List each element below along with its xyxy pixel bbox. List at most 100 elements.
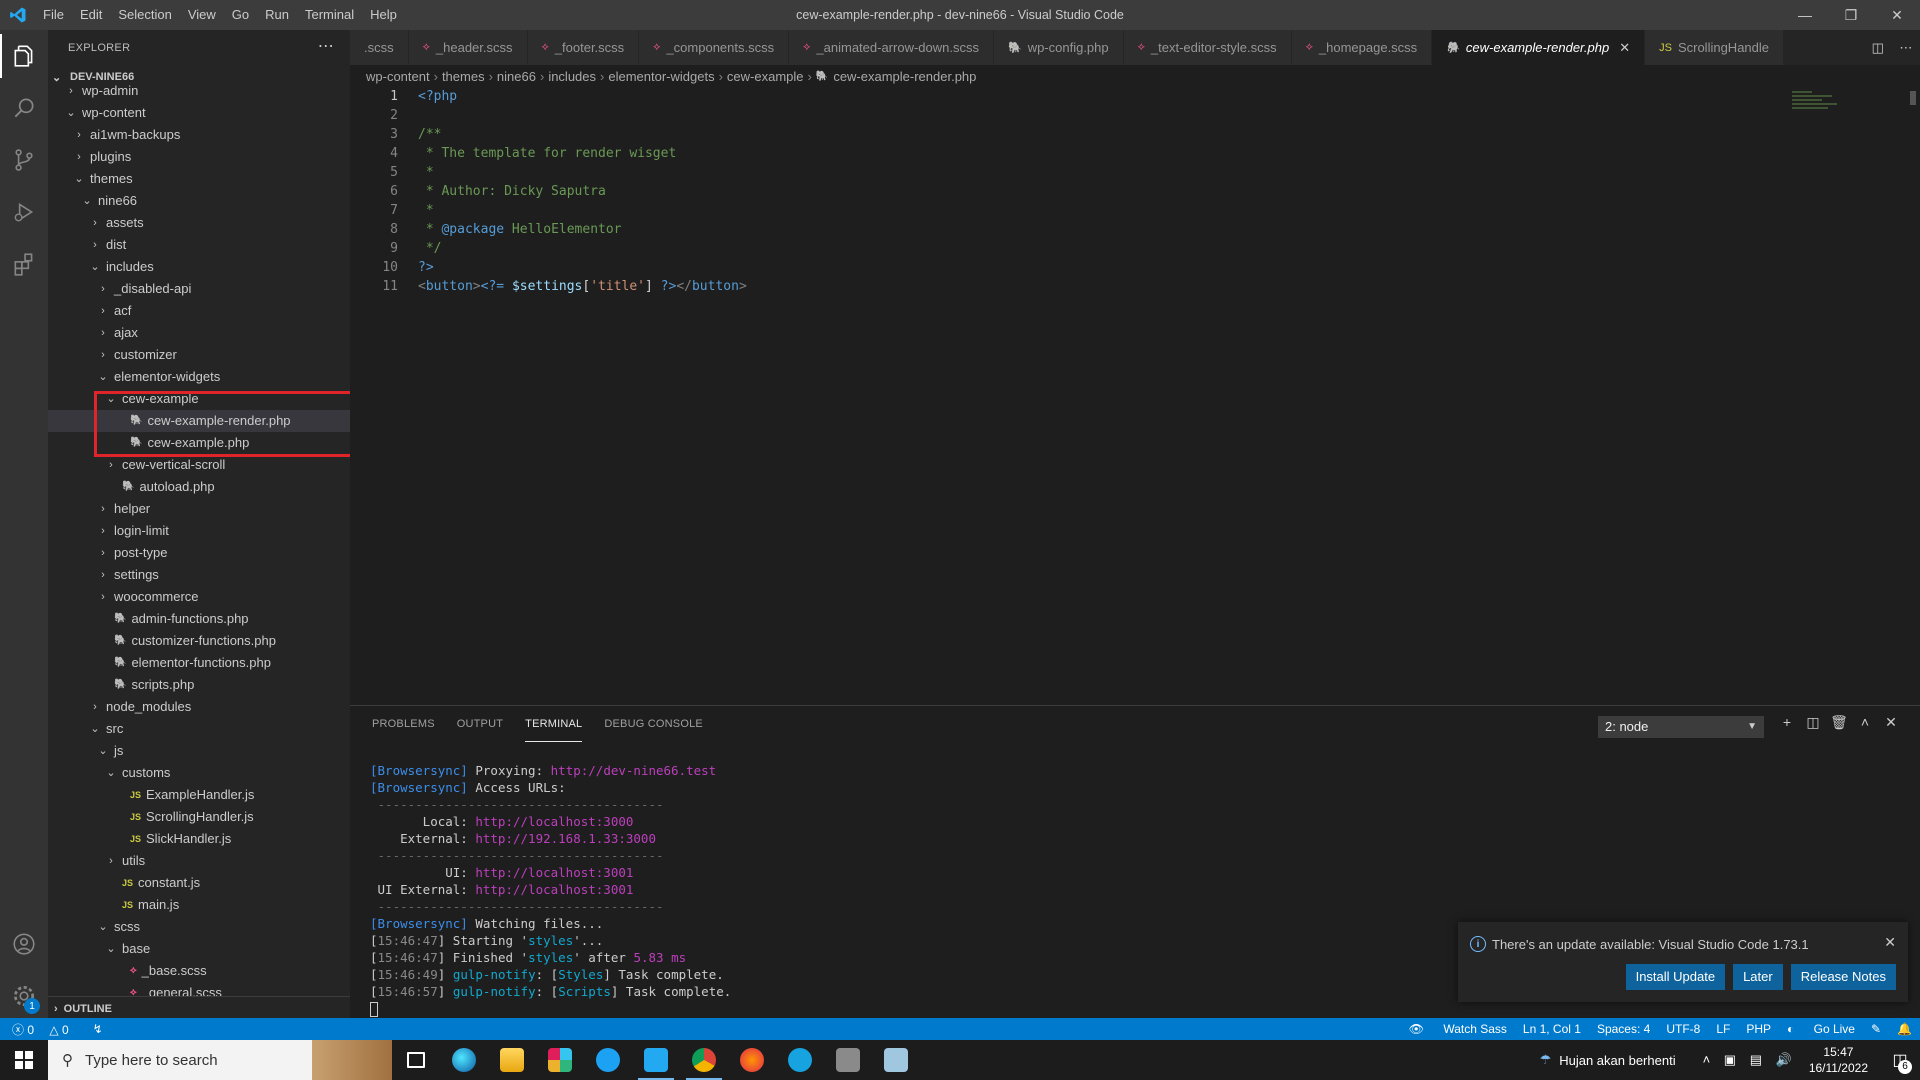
terminal-prompt[interactable] (370, 1000, 731, 1017)
windows-start-icon[interactable] (0, 1040, 48, 1080)
tree-folder[interactable]: ⌄ includes (48, 256, 350, 278)
explorer-icon[interactable] (0, 30, 48, 82)
editor-tab[interactable]: ⟡ _header.scss (408, 30, 528, 65)
taskbar-search[interactable]: ⚲ Type here to search (48, 1040, 392, 1080)
code-editor[interactable]: 1 2 3 4 5 6 7 8 9 10 11 <?php /** * The template fo… (350, 87, 1920, 705)
tree-file[interactable]: JS ScrollingHandler.js (48, 806, 350, 828)
chevron-up-icon[interactable]: ˄ (1703, 1052, 1711, 1067)
menu-go[interactable]: Go (224, 0, 257, 30)
panel-tab-problems[interactable]: PROBLEMS (372, 706, 435, 742)
action-center-icon[interactable]: ◫ 6 (1880, 1040, 1920, 1080)
account-icon[interactable] (0, 918, 48, 970)
new-terminal-icon[interactable]: + (1774, 714, 1800, 731)
tree-folder[interactable]: ⌄ nine66 (48, 190, 350, 212)
language-mode[interactable]: PHP (1746, 1022, 1771, 1036)
breadcrumb-item[interactable]: themes (442, 69, 485, 84)
maximize-panel-icon[interactable]: ˄ (1852, 714, 1878, 731)
terminal-output[interactable]: [Browsersync] Proxying: http://dev-nine6… (370, 762, 731, 1017)
network-icon[interactable]: ▤ (1750, 1052, 1762, 1067)
panel-tab-terminal[interactable]: TERMINAL (525, 706, 583, 742)
code-content[interactable]: <?php /** * The template for render wisge… (418, 87, 747, 296)
slack-icon[interactable] (536, 1040, 584, 1080)
editor-tab[interactable]: ⟡ _footer.scss (527, 30, 640, 65)
tree-file[interactable]: JS ExampleHandler.js (48, 784, 350, 806)
panel-tab-output[interactable]: OUTPUT (457, 706, 503, 742)
minimap[interactable] (1792, 91, 1852, 121)
kill-terminal-icon[interactable]: 🗑 (1826, 714, 1852, 731)
breadcrumb-item[interactable]: includes (548, 69, 596, 84)
problems-status[interactable]: ⓧ 0 △ 0 (12, 1021, 81, 1038)
indentation-status[interactable]: Spaces: 4 (1597, 1022, 1650, 1036)
editor-scrollbar[interactable] (1908, 87, 1918, 705)
cursor-position[interactable]: Ln 1, Col 1 (1523, 1022, 1581, 1036)
tree-folder[interactable]: › wp-admin (48, 80, 350, 102)
tree-folder[interactable]: › settings (48, 564, 350, 586)
firefox-icon[interactable] (728, 1040, 776, 1080)
restore-icon[interactable]: ❐ (1828, 0, 1874, 30)
panel-tab-debug-console[interactable]: DEBUG CONSOLE (604, 706, 703, 742)
more-actions-icon[interactable]: ⋯ (1899, 40, 1912, 56)
split-terminal-icon[interactable]: ◫ (1800, 714, 1826, 731)
extensions-icon[interactable] (0, 238, 48, 290)
notifications-bell-icon[interactable]: 🔔 (1897, 1022, 1912, 1036)
editor-tab[interactable]: ⟡ _homepage.scss (1291, 30, 1433, 65)
app-teal-icon[interactable] (776, 1040, 824, 1080)
menu-terminal[interactable]: Terminal (297, 0, 362, 30)
tree-folder[interactable]: ⌄ src (48, 718, 350, 740)
outline-section[interactable]: › OUTLINE (48, 996, 350, 1020)
editor-tab[interactable]: ⟡ _animated-arrow-down.scss (789, 30, 994, 65)
tree-folder[interactable]: › post-type (48, 542, 350, 564)
tree-folder[interactable]: › woocommerce (48, 586, 350, 608)
go-live-status[interactable]: ◐ Go Live (1787, 1022, 1855, 1036)
source-control-icon[interactable] (0, 134, 48, 186)
breadcrumb-item[interactable]: elementor-widgets (608, 69, 714, 84)
encoding-status[interactable]: UTF-8 (1666, 1022, 1700, 1036)
menu-help[interactable]: Help (362, 0, 405, 30)
vscode-taskbar-icon[interactable] (632, 1040, 680, 1080)
tree-folder[interactable]: › ajax (48, 322, 350, 344)
tree-folder[interactable]: › plugins (48, 146, 350, 168)
tree-file[interactable]: 🐘 autoload.php (48, 476, 350, 498)
menu-selection[interactable]: Selection (110, 0, 179, 30)
tree-folder[interactable]: ⌄ base (48, 938, 350, 960)
tree-file[interactable]: ⟡ _base.scss (48, 960, 350, 982)
close-panel-icon[interactable]: ✕ (1878, 714, 1904, 731)
tree-folder[interactable]: ⌄ js (48, 740, 350, 762)
tree-folder[interactable]: › customizer (48, 344, 350, 366)
tree-file[interactable]: 🐘 scripts.php (48, 674, 350, 696)
menu-run[interactable]: Run (257, 0, 297, 30)
volume-icon[interactable]: 🔊 (1776, 1052, 1792, 1067)
tree-folder[interactable]: › ai1wm-backups (48, 124, 350, 146)
tree-folder[interactable]: ⌄ wp-content (48, 102, 350, 124)
tree-folder[interactable]: › utils (48, 850, 350, 872)
feedback-icon[interactable]: ✎ (1871, 1022, 1881, 1036)
clock[interactable]: 15:47 16/11/2022 (1809, 1044, 1868, 1076)
tree-folder[interactable]: ⌄ customs (48, 762, 350, 784)
tree-folder[interactable]: › login-limit (48, 520, 350, 542)
close-tab-icon[interactable]: ✕ (1619, 40, 1630, 56)
tree-folder[interactable]: › acf (48, 300, 350, 322)
tree-folder[interactable]: › cew-vertical-scroll (48, 454, 350, 476)
weather-widget[interactable]: ☂ Hujan akan berhenti (1540, 1052, 1676, 1068)
tree-file[interactable]: 🐘 cew-example.php (48, 432, 350, 454)
manage-gear-icon[interactable]: 1 (0, 970, 48, 1022)
tree-file[interactable]: 🐘 cew-example-render.php (48, 410, 350, 432)
editor-tab[interactable]: 🐘 wp-config.php (993, 30, 1124, 65)
tree-folder[interactable]: › _disabled-api (48, 278, 350, 300)
breadcrumb-item[interactable]: cew-example-render.php (833, 69, 976, 84)
breadcrumb-item[interactable]: nine66 (497, 69, 536, 84)
editor-tab[interactable]: ⟡.scss (350, 30, 409, 65)
edge-icon[interactable] (440, 1040, 488, 1080)
tree-folder[interactable]: ⌄ scss (48, 916, 350, 938)
install-update-button[interactable]: Install Update (1625, 964, 1726, 990)
menu-file[interactable]: File (35, 0, 72, 30)
editor-tab[interactable]: ⟡ _text-editor-style.scss (1123, 30, 1292, 65)
tree-folder[interactable]: ⌄ themes (48, 168, 350, 190)
menu-view[interactable]: View (180, 0, 224, 30)
menu-edit[interactable]: Edit (72, 0, 110, 30)
search-icon[interactable] (0, 82, 48, 134)
terminal-select[interactable]: 2: node ▼ (1598, 716, 1764, 738)
tree-folder[interactable]: › helper (48, 498, 350, 520)
tree-file[interactable]: JS SlickHandler.js (48, 828, 350, 850)
app-blue-icon[interactable] (584, 1040, 632, 1080)
